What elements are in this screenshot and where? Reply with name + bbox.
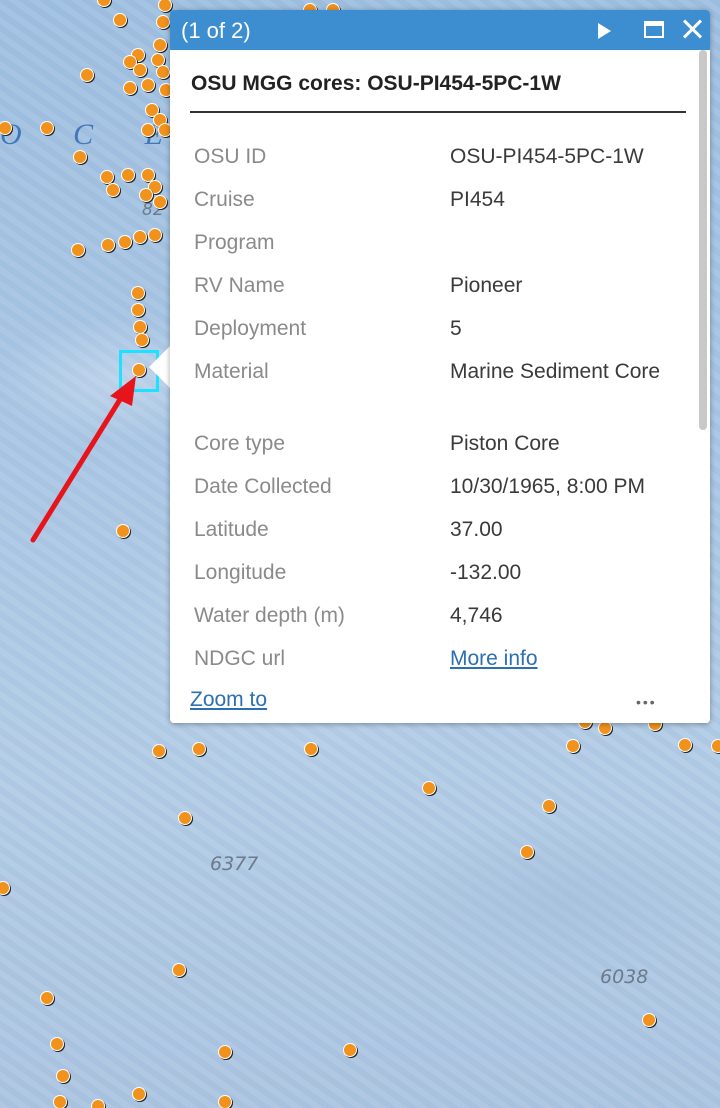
attribute-value: Pioneer	[450, 274, 523, 297]
popup-scrollbar[interactable]	[696, 50, 710, 683]
attribute-value: 10/30/1965, 8:00 PM	[450, 475, 645, 498]
attribute-name: Program	[194, 231, 275, 254]
attribute-table: OSU ID OSU-PI454-5PC-1W Cruise PI454 Program…	[170, 114, 700, 680]
attribute-value: Marine Sediment Core	[450, 360, 661, 383]
attribute-value: 4,746	[450, 604, 503, 627]
attribute-name: Core type	[194, 432, 286, 455]
attribute-value: PI454	[450, 188, 505, 211]
maximize-icon[interactable]	[644, 21, 664, 38]
scrollbar-thumb[interactable]	[699, 50, 707, 430]
more-info-link[interactable]: More info	[450, 644, 690, 673]
more-options-icon[interactable]: •••	[636, 694, 657, 710]
attribute-name: Cruise	[194, 188, 255, 211]
popup-footer: Zoom to •••	[170, 680, 710, 723]
attribute-name: NDGC url	[194, 647, 286, 670]
attribute-name: OSU ID	[194, 145, 267, 168]
attribute-name: Material	[194, 360, 269, 383]
zoom-to-link[interactable]: Zoom to	[190, 688, 267, 712]
play-icon[interactable]	[598, 23, 611, 39]
popup-header: (1 of 2)	[170, 10, 710, 50]
attribute-name: Deployment	[194, 317, 307, 340]
popup-pointer	[149, 345, 171, 389]
popup-title: OSU MGG cores: OSU-PI454-5PC-1W	[191, 72, 561, 95]
feature-popup: (1 of 2) OSU MGG cores: OSU-PI454-5PC-1W…	[170, 10, 710, 723]
attribute-name: Latitude	[194, 518, 269, 541]
title-divider	[190, 111, 686, 113]
attribute-name: RV Name	[194, 274, 285, 297]
attribute-value: Piston Core	[450, 432, 560, 455]
attribute-name: Water depth (m)	[194, 604, 345, 627]
attribute-value: 37.00	[450, 518, 503, 541]
attribute-value: 5	[450, 317, 462, 340]
attribute-value: OSU-PI454-5PC-1W	[450, 145, 644, 168]
close-icon[interactable]	[680, 17, 704, 41]
attribute-name: Longitude	[194, 561, 287, 584]
popup-pager: (1 of 2)	[181, 18, 251, 43]
attribute-name: Date Collected	[194, 475, 332, 498]
attribute-value: -132.00	[450, 561, 522, 584]
